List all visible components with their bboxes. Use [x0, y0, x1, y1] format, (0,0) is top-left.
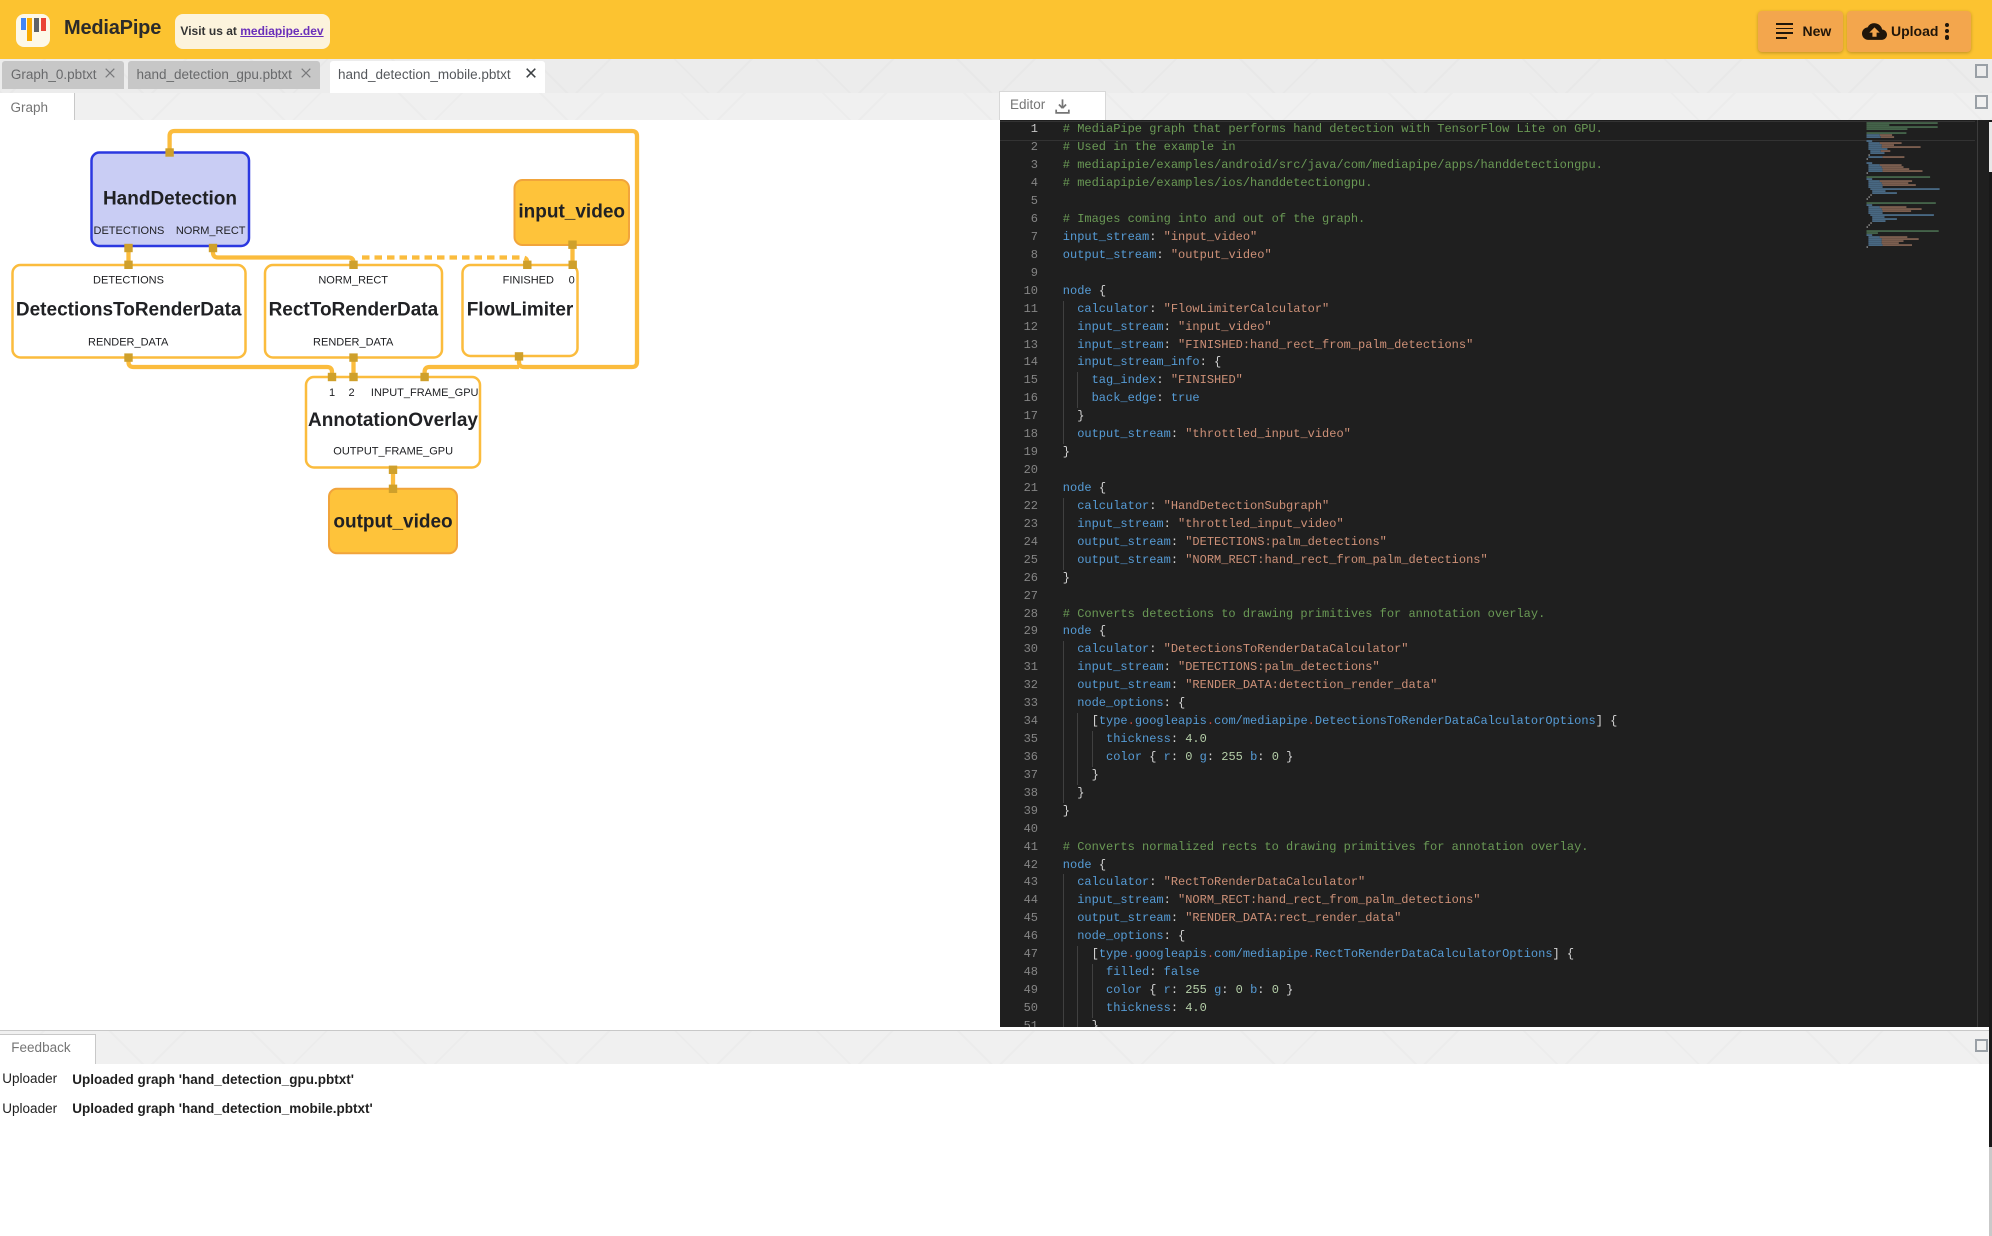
svg-text:2: 2	[348, 387, 354, 399]
svg-text:RectToRenderData: RectToRenderData	[269, 299, 439, 320]
svg-text:output_video: output_video	[333, 512, 452, 533]
svg-text:INPUT_FRAME_GPU: INPUT_FRAME_GPU	[371, 387, 479, 399]
svg-text:RENDER_DATA: RENDER_DATA	[313, 337, 394, 349]
svg-text:HandDetection: HandDetection	[103, 189, 237, 210]
svg-text:input_video: input_video	[518, 202, 625, 223]
svg-text:AnnotationOverlay: AnnotationOverlay	[308, 410, 478, 431]
svg-text:DETECTIONS: DETECTIONS	[94, 225, 165, 237]
svg-text:OUTPUT_FRAME_GPU: OUTPUT_FRAME_GPU	[333, 446, 453, 458]
svg-text:RENDER_DATA: RENDER_DATA	[88, 337, 169, 349]
svg-text:FlowLimiter: FlowLimiter	[467, 299, 574, 320]
svg-text:0: 0	[569, 275, 575, 287]
svg-text:NORM_RECT: NORM_RECT	[318, 275, 388, 287]
svg-text:FINISHED: FINISHED	[503, 275, 554, 287]
svg-text:DetectionsToRenderData: DetectionsToRenderData	[16, 299, 242, 320]
svg-text:NORM_RECT: NORM_RECT	[176, 225, 246, 237]
svg-text:1: 1	[329, 387, 335, 399]
svg-text:DETECTIONS: DETECTIONS	[93, 275, 164, 287]
